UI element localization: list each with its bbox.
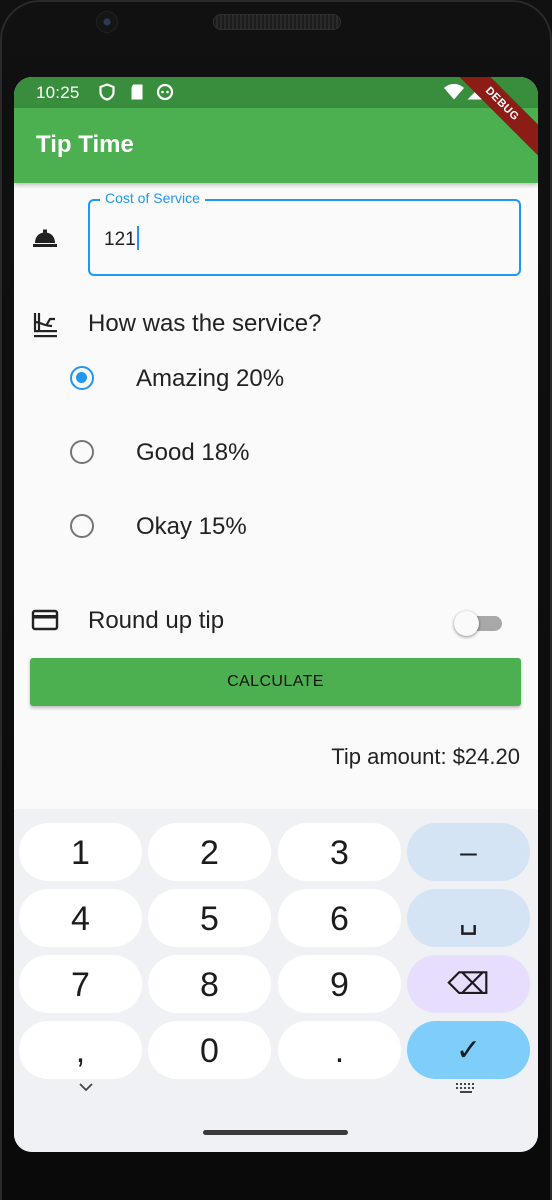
cost-of-service-label: Cost of Service (100, 190, 205, 206)
key-minus[interactable]: – (407, 823, 530, 881)
key-0[interactable]: 0 (148, 1021, 271, 1079)
numeric-keyboard: 1 2 3 – 4 5 6 ␣ 7 8 9 ⌫ , 0 . ✓ (14, 809, 538, 1152)
key-9[interactable]: 9 (278, 955, 401, 1013)
key-2[interactable]: 2 (148, 823, 271, 881)
earpiece-speaker (213, 14, 341, 30)
key-4[interactable]: 4 (19, 889, 142, 947)
tip-option-okay[interactable]: Okay 15% (14, 495, 538, 559)
chevron-down-icon[interactable] (76, 1077, 96, 1097)
radio-button[interactable] (70, 514, 94, 538)
android-head-icon (156, 83, 174, 101)
radio-button-selected[interactable] (70, 366, 94, 390)
status-time: 10:25 (36, 83, 80, 102)
keyboard-icon[interactable] (454, 1079, 478, 1097)
radio-button[interactable] (70, 440, 94, 464)
switch-thumb (454, 611, 479, 636)
key-period[interactable]: . (278, 1021, 401, 1079)
key-space[interactable]: ␣ (407, 889, 530, 947)
tip-option-label: Amazing 20% (136, 365, 285, 392)
cost-of-service-input[interactable]: 121 (104, 226, 139, 251)
key-5[interactable]: 5 (148, 889, 271, 947)
tip-amount-result: Tip amount: $24.20 (331, 744, 520, 769)
key-8[interactable]: 8 (148, 955, 271, 1013)
shield-icon (99, 83, 115, 101)
key-1[interactable]: 1 (19, 823, 142, 881)
key-6[interactable]: 6 (278, 889, 401, 947)
tip-option-label: Okay 15% (136, 513, 247, 540)
service-question: How was the service? (88, 310, 322, 337)
status-bar: 10:25 (14, 77, 538, 108)
front-camera (96, 11, 118, 33)
key-backspace[interactable]: ⌫ (407, 955, 530, 1013)
tip-option-label: Good 18% (136, 439, 250, 466)
cost-of-service-value: 121 (104, 229, 136, 250)
gesture-nav-handle[interactable] (203, 1130, 348, 1135)
credit-card-icon (31, 609, 59, 631)
device-screen: 10:25 Tip Time DEBUG Cost of Service 121… (14, 77, 538, 1152)
round-up-tip-switch[interactable] (454, 608, 504, 638)
app-title: Tip Time (36, 131, 134, 158)
key-comma[interactable]: , (19, 1021, 142, 1079)
key-7[interactable]: 7 (19, 955, 142, 1013)
calculate-button[interactable]: CALCULATE (30, 658, 521, 706)
room-service-icon (33, 229, 57, 247)
key-3[interactable]: 3 (278, 823, 401, 881)
round-up-tip-label: Round up tip (88, 607, 225, 634)
tip-option-amazing[interactable]: Amazing 20% (14, 347, 538, 411)
sd-card-icon (131, 84, 143, 100)
cost-of-service-field[interactable]: Cost of Service 121 (88, 190, 521, 276)
tip-option-good[interactable]: Good 18% (14, 421, 538, 485)
key-enter[interactable]: ✓ (407, 1021, 530, 1079)
text-cursor (136, 226, 139, 250)
wifi-icon (444, 83, 464, 100)
app-bar: Tip Time (14, 108, 538, 183)
dinner-dining-icon (33, 313, 57, 338)
